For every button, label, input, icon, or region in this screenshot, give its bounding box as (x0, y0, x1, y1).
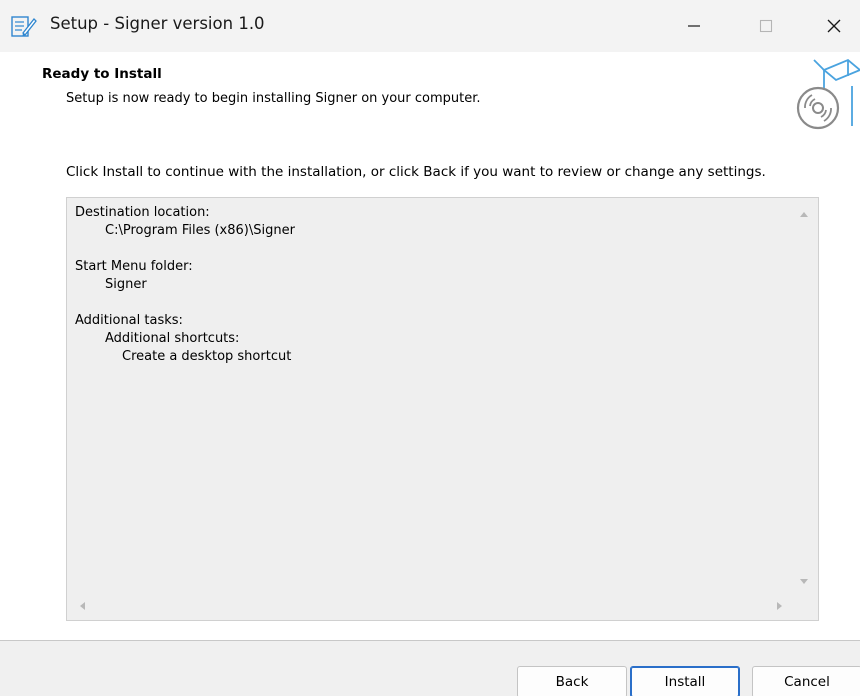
page-title: Ready to Install (42, 66, 162, 82)
additional-tasks-label: Additional tasks: (75, 313, 183, 328)
minimize-icon (688, 25, 700, 27)
cancel-button[interactable]: Cancel (752, 666, 860, 696)
minimize-button[interactable] (660, 0, 728, 52)
scroll-left-arrow-icon[interactable] (75, 598, 89, 612)
scroll-down-arrow-icon[interactable] (797, 573, 811, 587)
page-subtitle: Setup is now ready to begin installing S… (66, 91, 481, 106)
window-title: Setup - Signer version 1.0 (50, 14, 265, 33)
destination-value: C:\Program Files (x86)\Signer (105, 223, 295, 238)
scroll-up-arrow-icon[interactable] (797, 206, 811, 220)
ready-memo[interactable]: Destination location: C:\Program Files (… (66, 197, 819, 621)
box-disc-icon (790, 56, 860, 132)
destination-label: Destination location: (75, 205, 210, 220)
back-button[interactable]: Back (517, 666, 627, 696)
setup-window: Setup - Signer version 1.0 Ready to Inst… (0, 0, 860, 696)
instruction-text: Click Install to continue with the insta… (66, 164, 766, 180)
maximize-icon (759, 19, 773, 33)
start-menu-value: Signer (105, 277, 147, 292)
title-bar[interactable]: Setup - Signer version 1.0 (0, 0, 860, 52)
install-button[interactable]: Install (630, 666, 740, 696)
scroll-right-arrow-icon[interactable] (772, 598, 786, 612)
setup-pencil-icon (10, 13, 38, 39)
maximize-button[interactable] (732, 0, 800, 52)
additional-shortcuts-label: Additional shortcuts: (105, 331, 240, 346)
desktop-shortcut-item: Create a desktop shortcut (122, 349, 292, 364)
close-icon (827, 19, 841, 33)
start-menu-label: Start Menu folder: (75, 259, 193, 274)
memo-content: Destination location: C:\Program Files (… (75, 204, 295, 366)
close-button[interactable] (800, 0, 860, 52)
